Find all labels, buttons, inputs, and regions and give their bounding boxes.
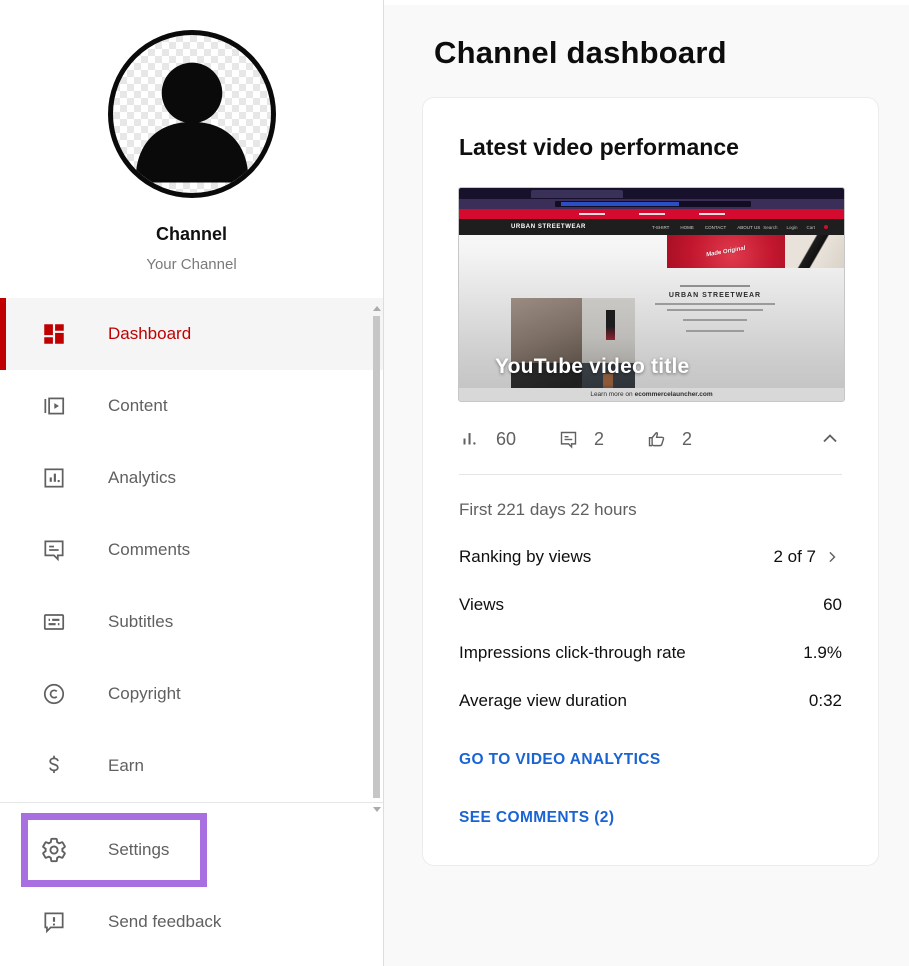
site-text-panel: URBAN STREETWEAR <box>641 285 789 332</box>
sidebar-item-analytics[interactable]: Analytics <box>0 442 383 514</box>
url-highlight <box>561 202 679 206</box>
card-heading: Latest video performance <box>459 134 842 161</box>
video-title-overlay: YouTube video title <box>495 355 689 379</box>
content-icon <box>40 392 68 420</box>
copyright-icon <box>40 680 68 708</box>
sidebar-item-content[interactable]: Content <box>0 370 383 442</box>
site-nav-menu: T-SHIRT HOME CONTACT ABOUT US <box>652 225 760 230</box>
thumbs-up-icon <box>646 429 667 450</box>
sidebar-item-dashboard[interactable]: Dashboard <box>0 298 383 370</box>
sidebar-item-comments[interactable]: Comments <box>0 514 383 586</box>
main-top-strip <box>384 0 909 5</box>
sidebar-item-label: Settings <box>108 840 169 860</box>
earn-icon <box>40 752 68 780</box>
scrollbar-up-arrow-icon[interactable] <box>373 306 381 311</box>
comment-icon <box>558 429 579 450</box>
side-photo <box>785 235 844 268</box>
video-stats-row: 60 2 2 <box>459 427 842 451</box>
views-count: 60 <box>496 429 516 450</box>
chevron-up-icon <box>818 427 842 451</box>
latest-video-performance-card: Latest video performance URBAN STREETWEA… <box>422 97 879 866</box>
comments-stat: 2 <box>558 429 604 450</box>
subtitles-icon <box>40 608 68 636</box>
site-logo: URBAN STREETWEAR <box>511 224 586 230</box>
channel-avatar <box>108 30 276 198</box>
views-stat: 60 <box>459 428 516 450</box>
metric-row-views: Views 60 <box>459 581 842 629</box>
dashboard-icon <box>40 320 68 348</box>
sidebar-item-label: Copyright <box>108 684 181 704</box>
url-bar <box>555 201 751 207</box>
sidebar-item-label: Dashboard <box>108 324 191 344</box>
sidebar-item-label: Comments <box>108 540 190 560</box>
see-comments-link[interactable]: SEE COMMENTS (2) <box>459 809 842 827</box>
card-divider <box>459 474 842 475</box>
sidebar-menu: Dashboard Content <box>0 298 383 802</box>
sidebar-item-send-feedback[interactable]: Send feedback <box>0 887 383 957</box>
sidebar-item-earn[interactable]: Earn <box>0 730 383 802</box>
channel-handle: Your Channel <box>0 256 383 273</box>
sidebar-item-label: Earn <box>108 756 144 776</box>
go-to-video-analytics-link[interactable]: GO TO VIDEO ANALYTICS <box>459 751 842 769</box>
photo-collage <box>511 298 635 401</box>
collapse-card-button[interactable] <box>818 427 842 451</box>
collage-photo <box>582 298 635 363</box>
chevron-right-icon <box>822 547 842 567</box>
browser-address-bar <box>459 199 844 209</box>
cart-badge <box>824 225 828 229</box>
settings-highlight-box: Settings <box>21 813 207 887</box>
metric-row-avd: Average view duration 0:32 <box>459 677 842 725</box>
sidebar-item-label: Send feedback <box>108 912 221 932</box>
metrics-list: Ranking by views 2 of 7 Views 60 Impress… <box>459 533 842 725</box>
sidebar-item-label: Content <box>108 396 168 416</box>
sidebar-item-copyright[interactable]: Copyright <box>0 658 383 730</box>
scrollbar-down-arrow-icon[interactable] <box>373 807 381 812</box>
comments-icon <box>40 536 68 564</box>
browser-tab <box>531 190 623 198</box>
main-content: Channel dashboard Latest video performan… <box>384 0 909 966</box>
analytics-icon <box>40 464 68 492</box>
gear-icon <box>40 836 68 864</box>
metric-row-ranking[interactable]: Ranking by views 2 of 7 <box>459 533 842 581</box>
sidebar-item-settings[interactable]: Settings <box>0 803 383 887</box>
site-promo-banner <box>459 209 844 219</box>
metric-row-ctr: Impressions click-through rate 1.9% <box>459 629 842 677</box>
browser-tab-bar <box>459 188 844 199</box>
likes-stat: 2 <box>646 429 692 450</box>
sidebar-item-label: Subtitles <box>108 612 173 632</box>
scrollbar-thumb[interactable] <box>373 316 380 798</box>
sidebar-scrollbar[interactable] <box>373 306 381 812</box>
sidebar-item-subtitles[interactable]: Subtitles <box>0 586 383 658</box>
site-nav-bar: URBAN STREETWEAR T-SHIRT HOME CONTACT AB… <box>459 219 844 235</box>
site-nav-right: Search Login Cart <box>763 225 828 230</box>
analytics-bars-icon <box>459 428 481 450</box>
sidebar-item-label: Analytics <box>108 468 176 488</box>
sidebar: Channel Your Channel Dashboard <box>0 0 384 966</box>
thumbnail-footer-text: Learn more on ecommercelauncher.com <box>459 388 844 401</box>
youtube-studio-app: Channel Your Channel Dashboard <box>0 0 909 966</box>
hoodie-photo: Made Original <box>667 235 785 268</box>
feedback-icon <box>40 908 68 936</box>
page-title: Channel dashboard <box>434 35 909 71</box>
comments-count: 2 <box>594 429 604 450</box>
period-text: First 221 days 22 hours <box>459 500 842 520</box>
person-silhouette-icon <box>113 35 271 193</box>
channel-name: Channel <box>0 224 383 245</box>
collage-photo <box>511 298 582 363</box>
video-thumbnail[interactable]: URBAN STREETWEAR T-SHIRT HOME CONTACT AB… <box>459 188 844 401</box>
likes-count: 2 <box>682 429 692 450</box>
